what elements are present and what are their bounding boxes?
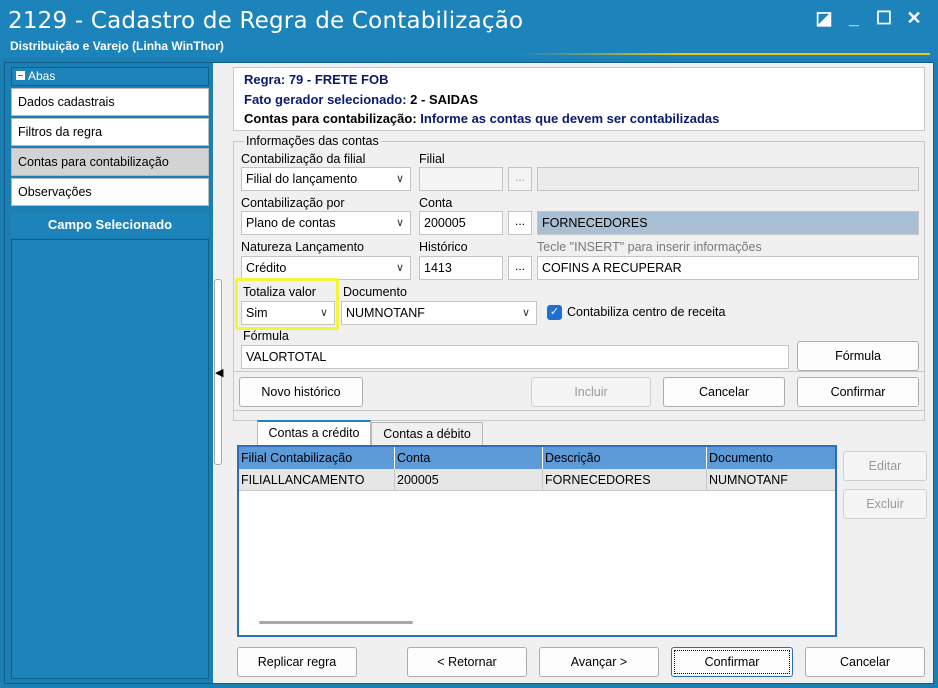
- table-cell: NUMNOTANF: [709, 473, 788, 487]
- fato-value: 2 - SAIDAS: [410, 92, 479, 107]
- documento-value: NUMNOTANF: [346, 306, 425, 320]
- restore-icon[interactable]: ◪: [812, 6, 836, 30]
- centro-receita-label: Contabiliza centro de receita: [567, 305, 726, 319]
- abas-header[interactable]: Abas: [11, 67, 209, 86]
- chevron-down-icon: ∨: [521, 307, 530, 319]
- contas-line: Contas para contabilização: Informe as c…: [244, 111, 719, 126]
- close-icon[interactable]: ✕: [902, 6, 926, 30]
- contab-por-label: Contabilização por: [241, 196, 345, 210]
- tab-contas-a-credito[interactable]: Contas a crédito: [257, 420, 371, 446]
- column-header[interactable]: Conta: [395, 447, 543, 469]
- retornar-button[interactable]: < Retornar: [407, 647, 527, 677]
- contas-value: Informe as contas que devem ser contabil…: [420, 111, 720, 126]
- filial-input[interactable]: [419, 167, 503, 191]
- documento-label: Documento: [343, 285, 407, 299]
- totaliza-value: Sim: [246, 306, 268, 320]
- contab-por-select[interactable]: Plano de contas ∨: [241, 211, 411, 235]
- replicar-regra-button[interactable]: Replicar regra: [237, 647, 357, 677]
- contab-por-value: Plano de contas: [246, 216, 336, 230]
- documento-select[interactable]: NUMNOTANF ∨: [341, 301, 537, 325]
- campo-selecionado-panel: [11, 239, 209, 679]
- grid-header: Filial Contabilização Conta Descrição Do…: [239, 447, 835, 469]
- column-header[interactable]: Descrição: [543, 447, 707, 469]
- centro-receita-checkbox[interactable]: ✓: [547, 305, 562, 320]
- column-header[interactable]: Filial Contabilização: [239, 447, 395, 469]
- formula-button[interactable]: Fórmula: [797, 341, 919, 371]
- confirmar-button[interactable]: Confirmar: [671, 647, 793, 677]
- conta-input[interactable]: 200005: [419, 211, 503, 235]
- contab-filial-value: Filial do lançamento: [246, 172, 358, 186]
- fato-label: Fato gerador selecionado:: [244, 92, 407, 107]
- totaliza-select[interactable]: Sim ∨: [241, 301, 335, 325]
- cancelar-button[interactable]: Cancelar: [805, 647, 925, 677]
- contab-filial-select[interactable]: Filial do lançamento ∨: [241, 167, 411, 191]
- avancar-button[interactable]: Avançar >: [539, 647, 659, 677]
- sidebar-item-contas-para-contabilizacao[interactable]: Contas para contabilização: [11, 148, 209, 176]
- chevron-down-icon: ∨: [395, 217, 404, 229]
- incluir-button[interactable]: Incluir: [531, 377, 651, 407]
- regra-line: Regra: 79 - FRETE FOB: [244, 72, 389, 87]
- column-header[interactable]: Documento: [707, 447, 835, 469]
- group-title: Informações das contas: [244, 134, 381, 148]
- historico-label: Histórico: [419, 240, 468, 254]
- formula-label: Fórmula: [243, 329, 289, 343]
- minimize-icon[interactable]: _: [842, 6, 866, 30]
- historico-input[interactable]: 1413: [419, 256, 503, 280]
- natureza-value: Crédito: [246, 261, 287, 275]
- natureza-select[interactable]: Crédito ∨: [241, 256, 411, 280]
- abas-header-label: Abas: [28, 69, 56, 83]
- window-title: 2129 - Cadastro de Regra de Contabilizaç…: [8, 8, 524, 34]
- collapse-icon[interactable]: [16, 71, 25, 80]
- editar-button[interactable]: Editar: [843, 451, 927, 481]
- conta-label: Conta: [419, 196, 453, 210]
- title-bar: 2129 - Cadastro de Regra de Contabilizaç…: [0, 0, 938, 58]
- excluir-button[interactable]: Excluir: [843, 489, 927, 519]
- filial-lookup-button[interactable]: ...: [508, 167, 532, 191]
- historico-hint: Tecle "INSERT" para inserir informações: [537, 240, 762, 254]
- chevron-left-icon[interactable]: ◀: [215, 366, 223, 379]
- title-accent-line: [520, 53, 930, 55]
- totaliza-label: Totaliza valor: [243, 285, 316, 299]
- contab-filial-label: Contabilização da filial: [241, 152, 366, 166]
- chevron-down-icon: ∨: [395, 173, 404, 185]
- sidebar-item-observacoes[interactable]: Observações: [11, 178, 209, 206]
- filial-description: [537, 167, 919, 191]
- sidebar-item-dados-cadastrais[interactable]: Dados cadastrais: [11, 88, 209, 116]
- filial-label: Filial: [419, 152, 445, 166]
- historico-description[interactable]: COFINS A RECUPERAR: [537, 256, 919, 280]
- conta-lookup-button[interactable]: ...: [508, 211, 532, 235]
- contas-grid: Filial Contabilização Conta Descrição Do…: [237, 445, 837, 637]
- content-panel: Regra: 79 - FRETE FOB Fato gerador selec…: [227, 65, 932, 681]
- sidebar: Abas Dados cadastrais Filtros da regra C…: [5, 63, 213, 683]
- regra-value: 79 - FRETE FOB: [288, 72, 389, 87]
- maximize-icon[interactable]: ☐: [872, 6, 896, 30]
- tab-contas-a-debito[interactable]: Contas a débito: [371, 422, 483, 446]
- table-cell: 200005: [395, 469, 543, 491]
- table-cell: FORNECEDORES: [543, 469, 707, 491]
- conta-description: FORNECEDORES: [537, 211, 919, 235]
- rule-info-box: Regra: 79 - FRETE FOB Fato gerador selec…: [233, 67, 925, 131]
- historico-lookup-button[interactable]: ...: [508, 256, 532, 280]
- chevron-down-icon: ∨: [395, 262, 404, 274]
- natureza-label: Natureza Lançamento: [241, 240, 364, 254]
- sidebar-item-filtros-da-regra[interactable]: Filtros da regra: [11, 118, 209, 146]
- table-cell: FILIALLANCAMENTO: [239, 469, 395, 491]
- main-frame: Abas Dados cadastrais Filtros da regra C…: [4, 62, 934, 684]
- novo-historico-button[interactable]: Novo histórico: [239, 377, 363, 407]
- campo-selecionado-header: Campo Selecionado: [11, 213, 209, 237]
- horizontal-scrollbar[interactable]: [259, 621, 413, 624]
- chevron-down-icon: ∨: [319, 307, 328, 319]
- table-row[interactable]: FILIALLANCAMENTO 200005 FORNECEDORES NUM…: [239, 469, 835, 491]
- fato-gerador-line: Fato gerador selecionado: 2 - SAIDAS: [244, 92, 478, 107]
- formula-input[interactable]: VALORTOTAL: [241, 345, 789, 369]
- window-subtitle: Distribuição e Varejo (Linha WinThor): [10, 39, 224, 53]
- confirmar-action-button[interactable]: Confirmar: [797, 377, 919, 407]
- cancelar-action-button[interactable]: Cancelar: [663, 377, 785, 407]
- contas-label: Contas para contabilização:: [244, 111, 417, 126]
- regra-label: Regra:: [244, 72, 286, 87]
